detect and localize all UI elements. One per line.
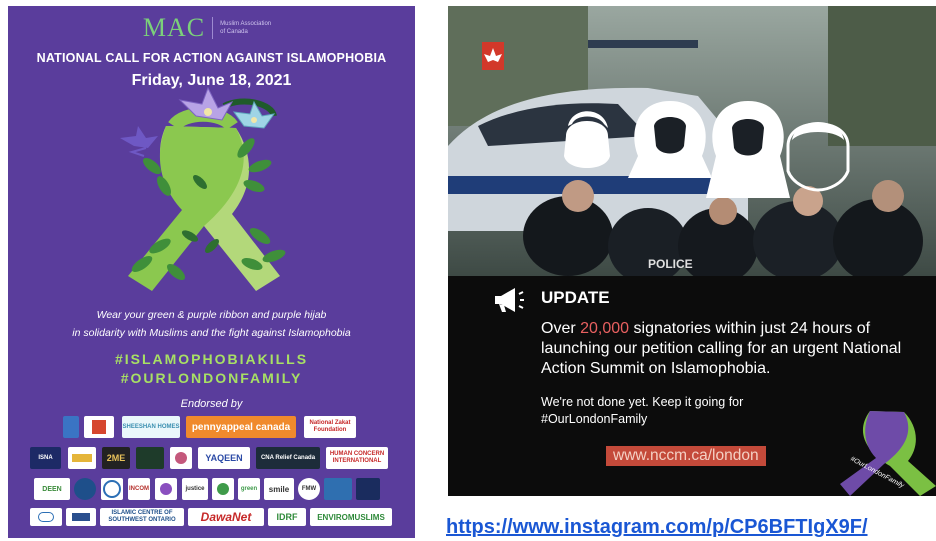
- endorser-logo: DawaNet: [188, 508, 264, 526]
- endorser-logo: [68, 447, 96, 469]
- endorser-logo: [324, 478, 352, 500]
- endorser-logo: smile: [264, 478, 294, 500]
- endorser-logo: ENVIROMUSLIMS: [310, 508, 392, 526]
- endorser-logo: [101, 478, 123, 500]
- endorser-logo: FMW: [298, 478, 320, 500]
- green-purple-ribbon-icon: #OurLondonFamily: [840, 411, 936, 496]
- endorser-logo: justice: [182, 478, 208, 500]
- signatory-count: 20,000: [580, 320, 630, 337]
- endorser-mark-icon: [72, 513, 90, 521]
- body-prefix: Over: [541, 320, 581, 337]
- endorser-mark-icon: [72, 454, 92, 462]
- endorser-logo: [66, 508, 96, 526]
- endorser-logo: IDRF: [268, 508, 306, 526]
- photo-police-text: POLICE: [648, 257, 693, 271]
- endorser-logo: pennyappeal canada: [186, 416, 296, 438]
- endorser-logo: HUMAN CONCERN INTERNATIONAL: [326, 447, 388, 469]
- update-body-text: Over 20,000 signatories within just 24 h…: [541, 319, 921, 379]
- endorser-logo: [155, 478, 177, 500]
- mac-poster: MAC Muslim Association of Canada NATIONA…: [8, 6, 415, 538]
- endorser-logo: [212, 478, 234, 500]
- mac-logo: MAC: [142, 13, 206, 42]
- instagram-link[interactable]: https://www.instagram.com/p/CP6BFTIgX9F/: [446, 516, 868, 539]
- endorser-mark-icon: [160, 483, 172, 495]
- endorser-logo: INCOM: [128, 478, 150, 500]
- instagram-post-image: POLICE UPDATE Over 20,000 signatories wi…: [448, 6, 936, 496]
- endorser-logo: National Zakat Foundation: [304, 416, 356, 438]
- endorser-logo: DEEN: [34, 478, 70, 500]
- endorser-logo: CNA Relief Canada: [256, 447, 320, 469]
- endorser-logo: [356, 478, 380, 500]
- background-photo: POLICE: [448, 6, 936, 276]
- endorser-logo: [63, 416, 79, 438]
- endorser-logo: ISNA: [30, 447, 61, 469]
- endorser-mark-icon: [175, 452, 187, 464]
- endorser-mark-icon: [92, 420, 106, 434]
- hashtag-ourlondonfamily: #OURLONDONFAMILY: [120, 370, 303, 386]
- tagline-line-2: in solidarity with Muslims and the fight…: [72, 327, 351, 339]
- endorser-logo: 2ME: [102, 447, 130, 469]
- hashtag-islamophobiakills: #ISLAMOPHOBIAKILLS: [114, 351, 309, 367]
- endorser-logo: [74, 478, 96, 500]
- mac-full-name: Muslim Association of Canada: [220, 21, 272, 35]
- endorser-logo: green: [238, 478, 260, 500]
- police-scene-icon: POLICE: [448, 6, 936, 276]
- tagline-line-1: Wear your green & purple ribbon and purp…: [96, 309, 327, 321]
- endorser-logo: [84, 416, 114, 438]
- endorser-logo: [170, 447, 192, 469]
- update-heading: UPDATE: [541, 288, 610, 307]
- mac-header: MAC Muslim Association of Canada: [8, 13, 415, 43]
- endorser-logo: SHEESHAN HOMES: [122, 416, 180, 438]
- endorser-logo: YAQEEN: [198, 447, 250, 469]
- endorser-logo: [136, 447, 164, 469]
- endorser-mark-icon: [38, 512, 54, 522]
- endorsed-by-label: Endorsed by: [180, 398, 243, 410]
- endorser-logo: ISLAMIC CENTRE OF SOUTHWEST ONTARIO: [100, 508, 184, 526]
- megaphone-icon: [495, 288, 524, 312]
- logo-divider: [212, 17, 214, 39]
- ribbon-illustration-icon: [120, 86, 286, 291]
- endorser-mark-icon: [103, 480, 121, 498]
- endorser-mark-icon: [217, 483, 229, 495]
- nccm-url-link[interactable]: www.nccm.ca/london: [606, 446, 766, 466]
- update-note: We're not done yet. Keep it going for #O…: [541, 395, 744, 426]
- endorser-logo: [30, 508, 62, 526]
- poster-title: NATIONAL CALL FOR ACTION AGAINST ISLAMOP…: [36, 51, 387, 65]
